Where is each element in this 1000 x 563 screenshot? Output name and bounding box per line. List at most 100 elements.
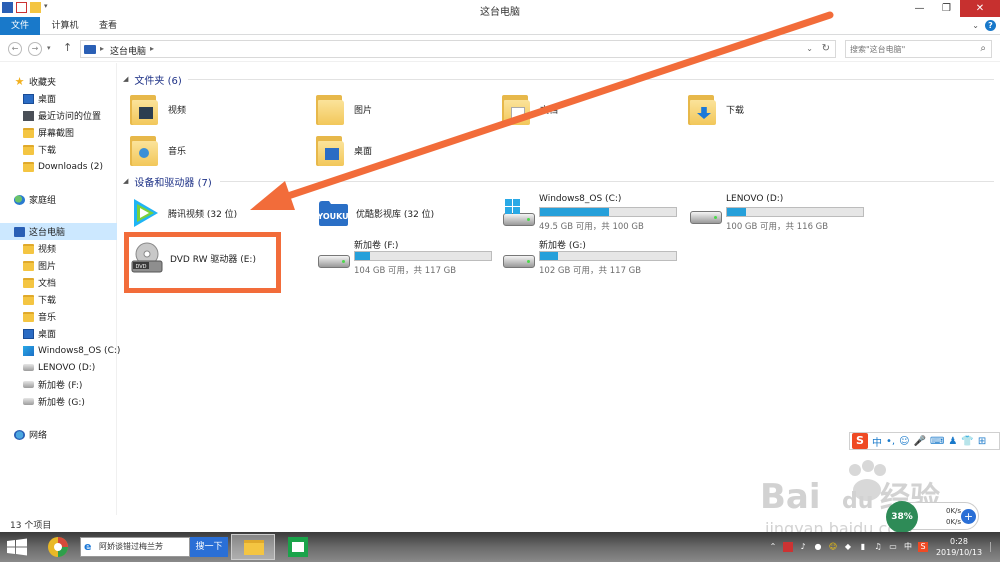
taskbar-ime-mode[interactable]: 中 <box>903 542 913 552</box>
skin-icon[interactable]: 👕 <box>961 436 973 447</box>
chevron-down-icon[interactable]: ⌄ <box>806 44 813 53</box>
browser-360-icon[interactable] <box>44 534 72 560</box>
sidebar-item-this-pc[interactable]: 这台电脑 <box>0 223 117 240</box>
drive-tile-g[interactable]: 新加卷 (G:) 102 GB 可用，共 117 GB <box>501 237 681 281</box>
volume-icon[interactable]: ♫ <box>873 542 883 552</box>
sidebar-item-drive-c[interactable]: Windows8_OS (C:) <box>0 342 120 359</box>
windows-start-icon[interactable] <box>6 538 28 556</box>
sidebar-item-videos[interactable]: 视频 <box>0 240 117 257</box>
system-tray: ⌃ ♪ ● ☺ ◆ ▮ ♫ ▭ 中 S 0:28 2019/10/13 <box>768 532 1000 562</box>
toolbox-icon[interactable]: ⊞ <box>978 436 986 447</box>
sidebar-item-download[interactable]: 下载 <box>0 141 117 158</box>
sidebar-item-network[interactable]: 网络 <box>0 426 117 443</box>
sidebar-item-label: 音乐 <box>38 313 57 323</box>
flag-icon[interactable] <box>783 542 793 552</box>
security-icon[interactable]: ◆ <box>843 542 853 552</box>
device-tencent-video[interactable]: 腾讯视频 (32 位) <box>128 193 298 233</box>
memory-percent: 38% <box>886 501 918 533</box>
power-icon[interactable]: ▭ <box>888 542 898 552</box>
clock[interactable]: 0:28 2019/10/13 <box>933 536 985 558</box>
drive-icon <box>688 199 724 229</box>
punctuation-icon[interactable]: •, <box>886 436 895 447</box>
wifi-icon[interactable]: ▮ <box>858 542 868 552</box>
sidebar-item-downloads[interactable]: Downloads (2) <box>0 158 117 175</box>
refresh-icon[interactable]: ↻ <box>822 43 830 54</box>
sidebar-item-documents[interactable]: 文档 <box>0 274 117 291</box>
forward-button[interactable]: → <box>28 42 42 56</box>
sidebar-item-label: 桌面 <box>38 95 57 105</box>
close-button[interactable]: ✕ <box>960 0 1000 17</box>
sidebar-item-screenshots[interactable]: 屏幕截图 <box>0 124 117 141</box>
user-icon[interactable]: ♟ <box>948 436 957 447</box>
tab-file[interactable]: 文件 <box>0 17 40 35</box>
desktop-folder-icon <box>316 133 346 167</box>
sidebar-item-download-2[interactable]: 下载 <box>0 291 117 308</box>
sidebar-item-label: 这台电脑 <box>29 228 66 238</box>
messenger-icon[interactable]: ☺ <box>828 542 838 552</box>
sidebar-item-music[interactable]: 音乐 <box>0 308 117 325</box>
sidebar-item-drive-f[interactable]: 新加卷 (F:) <box>0 376 117 393</box>
search-icon[interactable]: ⌕ <box>980 43 986 54</box>
chevron-right-icon[interactable]: ▸ <box>100 44 104 53</box>
breadcrumb-this-pc[interactable]: 这台电脑 <box>110 44 146 57</box>
emoji-icon[interactable]: ☺ <box>899 436 909 447</box>
group-header-folders[interactable]: ◢ 文件夹 (6) <box>123 72 182 87</box>
taskbar-search-box[interactable]: e 阿娇谈错过梅兰芳 <box>80 537 190 557</box>
drive-tile-f[interactable]: 新加卷 (F:) 104 GB 可用，共 117 GB <box>316 237 496 281</box>
tab-computer[interactable]: 计算机 <box>50 17 80 35</box>
folder-tile-documents[interactable]: 文档 <box>502 89 682 129</box>
device-youku[interactable]: YOUKU 优酷影视库 (32 位) <box>316 193 486 233</box>
maximize-button[interactable]: ❐ <box>933 0 960 17</box>
qq-icon[interactable]: ● <box>813 542 823 552</box>
file-explorer-icon[interactable] <box>231 534 275 560</box>
minimize-button[interactable]: — <box>906 0 933 17</box>
chevron-right-icon[interactable]: ▸ <box>150 44 154 53</box>
keyboard-icon[interactable]: ⌨ <box>930 436 944 447</box>
chevron-down-icon[interactable]: ◢ <box>123 177 128 185</box>
computer-icon <box>84 45 96 54</box>
sidebar-item-drive-g[interactable]: 新加卷 (G:) <box>0 393 117 410</box>
ime-mode[interactable]: 中 <box>872 434 882 449</box>
accelerate-icon[interactable]: + <box>961 509 976 524</box>
sidebar-item-recent[interactable]: 最近访问的位置 <box>0 107 117 124</box>
sidebar-item-drive-d[interactable]: LENOVO (D:) <box>0 359 117 376</box>
drive-tile-c[interactable]: Windows8_OS (C:) 49.5 GB 可用，共 100 GB <box>501 193 681 237</box>
search-box[interactable]: ⌕ <box>845 40 992 58</box>
up-arrow-icon[interactable]: ↑ <box>63 41 72 54</box>
back-button[interactable]: ← <box>8 42 22 56</box>
show-desktop-button[interactable] <box>990 542 994 552</box>
tab-view[interactable]: 查看 <box>95 17 121 35</box>
sidebar-item-favorites[interactable]: ★ 收藏夹 <box>0 73 117 90</box>
folder-tile-downloads[interactable]: 下载 <box>688 89 868 129</box>
tencent-video-icon <box>134 199 158 227</box>
sidebar-item-desktop[interactable]: 桌面 <box>0 90 117 107</box>
ime-toolbar[interactable]: S 中 •, ☺ 🎤 ⌨ ♟ 👕 ⊞ <box>849 432 1000 450</box>
search-input[interactable] <box>846 41 966 57</box>
folder-tile-desktop[interactable]: 桌面 <box>316 130 496 170</box>
chevron-down-icon[interactable]: ◢ <box>123 75 128 83</box>
sidebar-item-pictures[interactable]: 图片 <box>0 257 117 274</box>
help-icon[interactable]: ? <box>985 20 996 31</box>
store-icon[interactable] <box>286 534 310 560</box>
drive-icon <box>23 398 34 405</box>
chevron-up-icon[interactable]: ⌃ <box>768 542 778 552</box>
sidebar-item-homegroup[interactable]: 家庭组 <box>0 191 117 208</box>
recent-locations-icon[interactable]: ▾ <box>47 44 51 52</box>
tile-label: 桌面 <box>354 146 373 157</box>
taskbar-search-button[interactable]: 搜一下 <box>190 537 228 557</box>
notification-icon[interactable]: ♪ <box>798 542 808 552</box>
group-header-devices[interactable]: ◢ 设备和驱动器 (7) <box>123 174 212 189</box>
folder-tile-pictures[interactable]: 图片 <box>316 89 496 129</box>
expand-ribbon-icon[interactable]: ⌄ <box>972 21 979 30</box>
folder-icon <box>23 161 34 172</box>
address-bar[interactable]: ▸ 这台电脑 ▸ ⌄ ↻ <box>80 40 836 58</box>
drive-tile-d[interactable]: LENOVO (D:) 100 GB 可用，共 116 GB <box>688 193 868 237</box>
sogou-logo-icon[interactable]: S <box>852 433 868 449</box>
folder-tile-videos[interactable]: 视频 <box>130 89 310 129</box>
folder-tile-music[interactable]: 音乐 <box>130 130 310 170</box>
sogou-tray-icon[interactable]: S <box>918 542 928 552</box>
sidebar-item-desktop-2[interactable]: 桌面 <box>0 325 117 342</box>
microphone-icon[interactable]: 🎤 <box>914 436 926 447</box>
network-speed-widget[interactable]: 38% 0K/s 0K/s + <box>886 501 979 533</box>
youku-icon: YOUKU <box>316 201 349 226</box>
